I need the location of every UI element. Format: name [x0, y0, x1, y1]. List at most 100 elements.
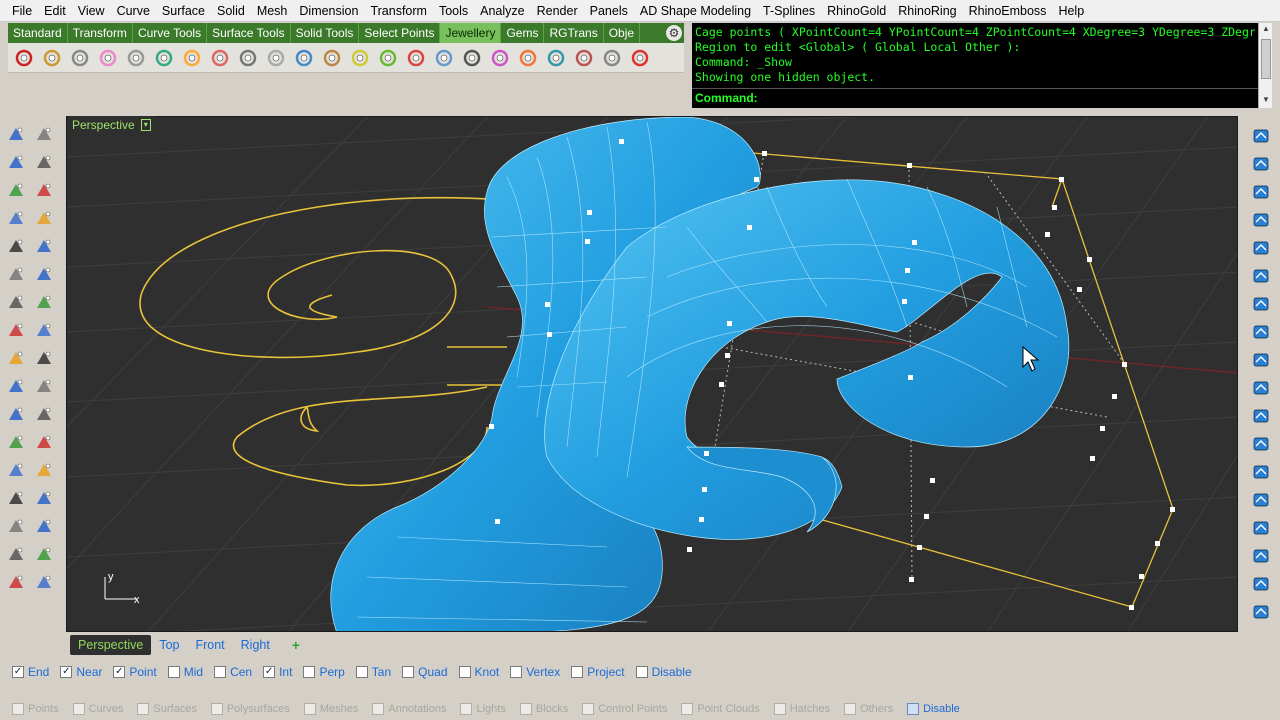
- checkbox[interactable]: [519, 703, 532, 715]
- named-view-icon[interactable]: [1249, 376, 1273, 400]
- circle-icon[interactable]: [4, 178, 28, 202]
- menu-edit[interactable]: Edit: [38, 0, 72, 22]
- block-icon[interactable]: [32, 402, 56, 426]
- curve-icon[interactable]: [32, 150, 56, 174]
- dimension-icon[interactable]: [32, 430, 56, 454]
- toggle-icon[interactable]: [1249, 516, 1273, 540]
- knife-edge-icon[interactable]: [236, 46, 260, 70]
- tab-curve-tools[interactable]: Curve Tools: [133, 23, 208, 43]
- viewport-title[interactable]: Perspective ▾: [68, 116, 155, 134]
- fillet-curve-icon[interactable]: [32, 234, 56, 258]
- tab-perspective[interactable]: Perspective: [70, 635, 152, 655]
- mirror-icon[interactable]: [32, 514, 56, 538]
- osnap-point[interactable]: ✓ Point: [113, 665, 157, 679]
- tab-rgtrans[interactable]: RGTrans: [544, 23, 604, 43]
- box-icon[interactable]: [4, 290, 28, 314]
- osnap-knot[interactable]: Knot: [458, 665, 499, 679]
- join-icon[interactable]: [32, 346, 56, 370]
- split-icon[interactable]: [32, 374, 56, 398]
- filter-meshes[interactable]: Meshes: [303, 703, 358, 715]
- filter-control-points[interactable]: Control Points: [582, 703, 667, 715]
- bangle-icon[interactable]: [40, 46, 64, 70]
- checkbox[interactable]: ✓: [12, 666, 24, 678]
- cone-ring-icon[interactable]: [68, 46, 92, 70]
- group-icon[interactable]: [4, 402, 28, 426]
- checkbox[interactable]: [355, 666, 368, 678]
- filter-hatches[interactable]: Hatches: [773, 703, 830, 715]
- layer-icon[interactable]: [1249, 264, 1273, 288]
- scroll-thumb[interactable]: [1261, 39, 1271, 79]
- rotate-view-icon[interactable]: [1249, 208, 1273, 232]
- pave-icon[interactable]: [348, 46, 372, 70]
- signet-icon[interactable]: [404, 46, 428, 70]
- tab-standard[interactable]: Standard: [8, 23, 68, 43]
- zoom-window-icon[interactable]: [1249, 152, 1273, 176]
- analyze-icon[interactable]: [4, 542, 28, 566]
- eternity-ring-icon[interactable]: [208, 46, 232, 70]
- perspective-icon[interactable]: [1249, 572, 1273, 596]
- twist-ring-icon[interactable]: [152, 46, 176, 70]
- rotate-icon[interactable]: [4, 486, 28, 510]
- bezel-icon[interactable]: [320, 46, 344, 70]
- render-icon[interactable]: [628, 46, 652, 70]
- eraser-icon[interactable]: [32, 570, 56, 594]
- scroll-up-icon[interactable]: ▲: [1261, 24, 1271, 36]
- tab-top[interactable]: Top: [151, 635, 187, 655]
- filter-point-clouds[interactable]: Point Clouds: [681, 703, 760, 715]
- checkbox[interactable]: [773, 703, 786, 715]
- ring-icon[interactable]: [12, 46, 36, 70]
- command-scrollbar[interactable]: ▲ ▼: [1258, 23, 1272, 108]
- render-icon[interactable]: [4, 570, 28, 594]
- array-icon[interactable]: [4, 514, 28, 538]
- add-viewport-icon[interactable]: +: [286, 637, 306, 653]
- earring-icon[interactable]: [600, 46, 624, 70]
- surface-icon[interactable]: [4, 262, 28, 286]
- checkbox[interactable]: [681, 703, 694, 715]
- menu-t-splines[interactable]: T-Splines: [757, 0, 821, 22]
- osnap-int[interactable]: ✓ Int: [263, 665, 292, 679]
- band-icon[interactable]: [124, 46, 148, 70]
- checkbox[interactable]: [72, 703, 85, 715]
- checkbox[interactable]: ✓: [263, 666, 276, 678]
- menu-mesh[interactable]: Mesh: [251, 0, 294, 22]
- filter-blocks[interactable]: Blocks: [519, 703, 568, 715]
- tab-front[interactable]: Front: [187, 635, 232, 655]
- menu-solid[interactable]: Solid: [211, 0, 251, 22]
- wireframe-icon[interactable]: [1249, 488, 1273, 512]
- setting-icon[interactable]: [432, 46, 456, 70]
- osnap-near[interactable]: ✓ Near: [60, 665, 102, 679]
- zoom-extents-icon[interactable]: [1249, 180, 1273, 204]
- filter-curves[interactable]: Curves: [72, 703, 123, 715]
- scroll-down-icon[interactable]: ▼: [1261, 95, 1271, 107]
- tab-solid-tools[interactable]: Solid Tools: [291, 23, 360, 43]
- checkbox[interactable]: [12, 703, 24, 715]
- tab-transform[interactable]: Transform: [68, 23, 133, 43]
- extrude-icon[interactable]: [32, 262, 56, 286]
- menu-rhinoring[interactable]: RhinoRing: [892, 0, 962, 22]
- object-snap-icon[interactable]: [1249, 320, 1273, 344]
- tab-jewellery[interactable]: Jewellery: [440, 23, 502, 43]
- properties-icon[interactable]: [1249, 292, 1273, 316]
- osnap-project[interactable]: Project: [571, 665, 625, 679]
- prong-icon[interactable]: [264, 46, 288, 70]
- checkbox[interactable]: [167, 666, 180, 678]
- checkbox[interactable]: [571, 666, 584, 678]
- tab-gems[interactable]: Gems: [501, 23, 545, 43]
- command-input[interactable]: Command:: [692, 88, 1258, 107]
- arc-icon[interactable]: [32, 178, 56, 202]
- point-icon[interactable]: [32, 122, 56, 146]
- gem-grid-icon[interactable]: [376, 46, 400, 70]
- chevron-down-icon[interactable]: ▾: [140, 119, 151, 131]
- polyline-icon[interactable]: [4, 150, 28, 174]
- filter-points[interactable]: Points: [12, 703, 59, 715]
- pan-icon[interactable]: [1249, 124, 1273, 148]
- grid-icon[interactable]: [1249, 236, 1273, 260]
- heart-icon[interactable]: [96, 46, 120, 70]
- copy-icon[interactable]: [32, 458, 56, 482]
- menu-curve[interactable]: Curve: [111, 0, 156, 22]
- tab-surface-tools[interactable]: Surface Tools: [207, 23, 291, 43]
- filter-others[interactable]: Others: [844, 703, 893, 715]
- filter-annotations[interactable]: Annotations: [372, 703, 446, 715]
- link-icon[interactable]: [488, 46, 512, 70]
- checkbox[interactable]: [458, 666, 471, 678]
